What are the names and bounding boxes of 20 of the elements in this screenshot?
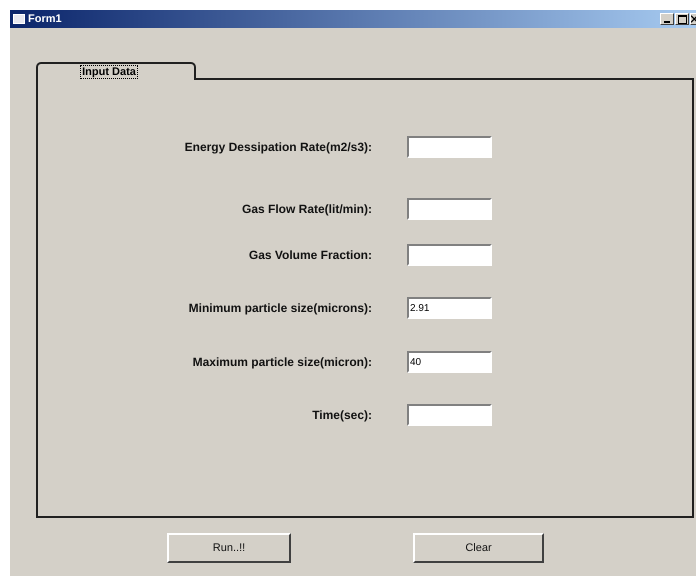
field-label: Energy Dessipation Rate(m2/s3): bbox=[184, 140, 372, 154]
run-button[interactable]: Run..!! bbox=[167, 533, 291, 563]
field-label: Gas Volume Fraction: bbox=[248, 248, 372, 262]
window-title: Form1 bbox=[28, 13, 62, 25]
field-label: Gas Flow Rate(lit/min): bbox=[240, 202, 372, 216]
clear-button[interactable]: Clear bbox=[413, 533, 544, 563]
field-label: Maximum particle size(micron): bbox=[192, 355, 372, 369]
maximize-button[interactable] bbox=[675, 13, 689, 25]
input-field[interactable] bbox=[407, 136, 492, 158]
field-label: Minimum particle size(microns): bbox=[188, 301, 372, 315]
input-field[interactable]: 2.91 bbox=[407, 297, 492, 319]
minimize-button[interactable] bbox=[660, 13, 674, 25]
input-field[interactable] bbox=[407, 198, 492, 220]
input-field[interactable]: 40 bbox=[407, 351, 492, 373]
field-label: Time(sec): bbox=[311, 408, 372, 422]
input-field[interactable] bbox=[407, 244, 492, 266]
tab[interactable]: Input Data bbox=[36, 62, 196, 80]
input-field[interactable] bbox=[407, 404, 492, 426]
window-icon bbox=[13, 14, 25, 24]
close-button[interactable] bbox=[690, 13, 696, 25]
